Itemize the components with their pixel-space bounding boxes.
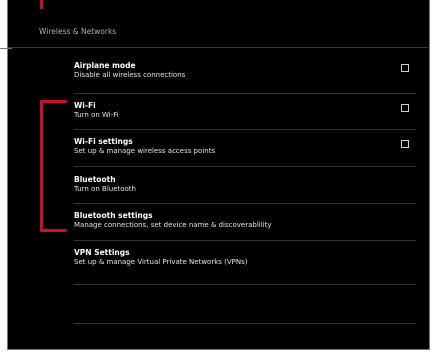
divider xyxy=(74,129,416,130)
divider xyxy=(74,203,416,204)
setting-subtitle: Turn on Bluetooth xyxy=(74,185,136,193)
divider xyxy=(74,93,416,94)
wifi-checkbox[interactable] xyxy=(401,104,409,112)
setting-bluetooth[interactable]: Bluetooth Turn on Bluetooth xyxy=(74,175,414,213)
setting-subtitle: Turn on Wi-Fi xyxy=(74,111,119,119)
setting-title: Bluetooth settings xyxy=(74,211,153,220)
divider xyxy=(74,240,416,241)
setting-bluetooth-settings[interactable]: Bluetooth settings Manage connections, s… xyxy=(74,211,414,249)
setting-title: Wi-Fi settings xyxy=(74,137,133,146)
callout-line-top xyxy=(40,0,43,9)
setting-wifi-settings[interactable]: Wi-Fi settings Set up & manage wireless … xyxy=(74,137,414,175)
setting-title: Airplane mode xyxy=(74,61,136,70)
outer-divider xyxy=(0,48,12,49)
setting-vpn-settings[interactable]: VPN Settings Set up & manage Virtual Pri… xyxy=(74,248,414,286)
setting-subtitle: Disable all wireless connections xyxy=(74,71,186,79)
setting-title: Wi-Fi xyxy=(74,101,96,110)
callout-bracket-vertical xyxy=(40,100,43,231)
header-divider xyxy=(8,47,428,48)
screenshot-canvas: Wireless & Networks Airplane mode Disabl… xyxy=(0,0,436,352)
setting-subtitle: Set up & manage Virtual Private Networks… xyxy=(74,258,248,266)
divider xyxy=(74,284,416,285)
setting-subtitle: Manage connections, set device name & di… xyxy=(74,221,272,229)
settings-screen: Wireless & Networks Airplane mode Disabl… xyxy=(7,0,430,350)
divider xyxy=(74,166,416,167)
divider xyxy=(74,323,416,324)
airplane-mode-checkbox[interactable] xyxy=(401,64,409,72)
setting-subtitle: Set up & manage wireless access points xyxy=(74,147,216,155)
page-title: Wireless & Networks xyxy=(39,27,117,36)
setting-title: Bluetooth xyxy=(74,175,116,184)
callout-bracket-top xyxy=(40,100,67,103)
wifi-settings-checkbox[interactable] xyxy=(401,140,409,148)
setting-wifi[interactable]: Wi-Fi Turn on Wi-Fi xyxy=(74,101,414,139)
setting-title: VPN Settings xyxy=(74,248,130,257)
callout-bracket-bottom xyxy=(40,229,67,232)
